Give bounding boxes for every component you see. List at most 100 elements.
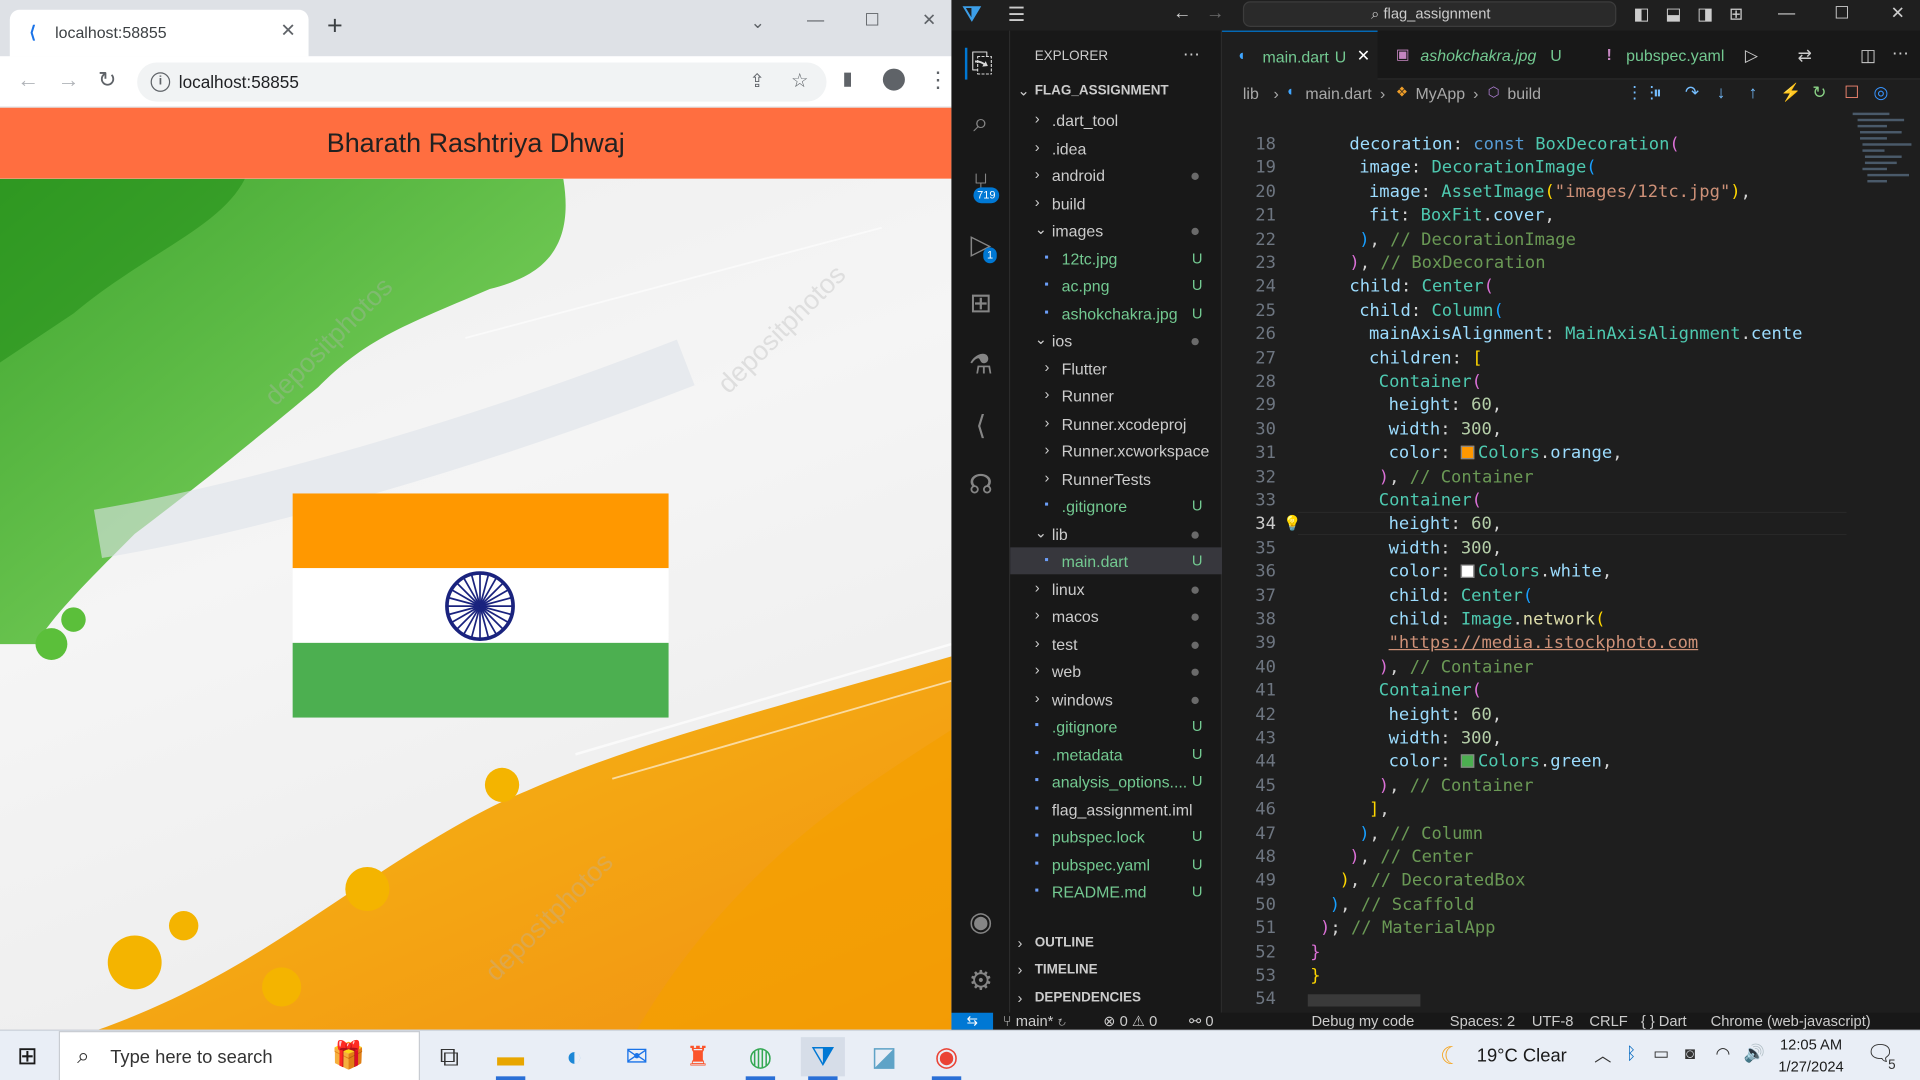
tree-file[interactable]: ▪ pubspec.lock U (1010, 823, 1222, 850)
bluetooth-icon[interactable]: ᛒ (1626, 1043, 1636, 1063)
tree-folder[interactable]: › windows (1010, 685, 1222, 712)
hot-reload-icon[interactable]: ⚡ (1780, 82, 1801, 103)
chrome-profile-icon[interactable]: ◍ (738, 1037, 782, 1076)
ports-status[interactable]: ⚯ 0 (1189, 1013, 1214, 1030)
tree-folder[interactable]: › Runner.xcworkspace (1010, 437, 1222, 464)
devtools-icon[interactable]: ◎ (1873, 82, 1888, 103)
tree-folder[interactable]: › .dart_tool (1010, 107, 1222, 134)
toggle-panel-icon[interactable]: ⬓ (1665, 4, 1681, 25)
reload-icon[interactable]: ↻ (98, 67, 116, 93)
nav-forward-icon[interactable]: → (1206, 2, 1224, 23)
tree-folder[interactable]: › Flutter (1010, 354, 1222, 381)
tab-close-icon[interactable]: ✕ (280, 20, 295, 42)
step-out-icon[interactable]: ↑ (1749, 82, 1758, 102)
explorer-icon[interactable]: ⎘ (964, 47, 997, 80)
weather-text[interactable]: 19°C Clear (1477, 1046, 1567, 1067)
forward-icon[interactable]: → (58, 67, 80, 93)
tab-search-icon[interactable]: ⌄ (751, 12, 765, 33)
tray-overflow-icon[interactable]: ︿ (1594, 1043, 1611, 1067)
eol-status[interactable]: CRLF (1589, 1013, 1627, 1030)
accounts-icon[interactable]: ◉ (965, 906, 997, 938)
tree-folder[interactable]: › .idea (1010, 134, 1222, 161)
menu-kebab-icon[interactable]: ⋮ (927, 67, 949, 93)
toggle-sidebar-icon[interactable]: ◧ (1633, 4, 1649, 25)
language-status[interactable]: { } Dart (1641, 1013, 1687, 1030)
bookmark-star-icon[interactable]: ☆ (791, 69, 809, 93)
tree-file[interactable]: ▪ README.md U (1010, 878, 1222, 905)
tree-folder[interactable]: › build (1010, 189, 1222, 216)
problems-status[interactable]: ⊗ 0 ⚠ 0 (1103, 1013, 1157, 1030)
tab-close-icon[interactable]: ✕ (1357, 47, 1370, 67)
tree-file[interactable]: ▪ .gitignore U (1010, 492, 1222, 519)
run-icon[interactable]: ▷ (1745, 45, 1758, 66)
breadcrumb-file[interactable]: main.dart (1305, 84, 1371, 102)
maximize-button[interactable]: ☐ (864, 10, 879, 31)
volume-icon[interactable]: 🔊 (1744, 1043, 1765, 1064)
close-button[interactable]: ✕ (922, 10, 936, 31)
settings-gear-icon[interactable]: ⚙ (965, 965, 997, 997)
tree-folder[interactable]: › RunnerTests (1010, 465, 1222, 492)
tree-file[interactable]: ▪ 12tc.jpg U (1010, 244, 1222, 271)
task-view-icon[interactable]: ⧉ (427, 1037, 471, 1076)
flutter-icon[interactable]: ⟨ (965, 410, 997, 442)
more-actions-icon[interactable]: ⋯ (1183, 44, 1200, 65)
taskbar-search[interactable]: ⌕ Type here to search 🎁 (58, 1031, 421, 1080)
minimize-button[interactable]: — (807, 10, 824, 30)
indent-status[interactable]: Spaces: 2 (1450, 1013, 1515, 1030)
app-icon[interactable]: ◪ (862, 1037, 906, 1076)
horizontal-scrollbar[interactable] (1307, 994, 1421, 1007)
address-bar[interactable]: i localhost:58855 ⇪ ☆ (137, 62, 827, 102)
nav-back-icon[interactable]: ← (1173, 2, 1191, 23)
tree-folder[interactable]: › macos (1010, 602, 1222, 629)
tree-folder[interactable]: › test (1010, 630, 1222, 657)
tree-folder[interactable]: ⌄ lib (1010, 520, 1222, 547)
new-tab-button[interactable]: + (327, 12, 343, 39)
tree-folder[interactable]: ⌄ ios (1010, 327, 1222, 354)
branch-status[interactable]: ⑂ main* ↻ (1003, 1013, 1066, 1030)
brave-icon[interactable]: ♜ (676, 1037, 720, 1076)
step-into-icon[interactable]: ↓ (1717, 82, 1726, 102)
side-panel-icon[interactable]: ▮ (842, 67, 852, 90)
breadcrumb-lib[interactable]: lib (1243, 84, 1259, 102)
close-button[interactable]: ✕ (1891, 2, 1905, 23)
file-explorer-icon[interactable]: ▬ (489, 1037, 533, 1076)
clock-date[interactable]: 1/27/2024 (1769, 1058, 1852, 1075)
project-root[interactable]: ⌄ FLAG_ASSIGNMENT (1010, 78, 1222, 105)
tree-folder[interactable]: ⌄ images (1010, 217, 1222, 244)
debug-status[interactable]: Debug my code (1311, 1013, 1414, 1030)
chrome-icon[interactable]: ◉ (924, 1037, 968, 1076)
testing-icon[interactable]: ⚗ (965, 349, 997, 381)
breadcrumb-method[interactable]: build (1507, 84, 1541, 102)
minimap[interactable] (1850, 108, 1920, 194)
search-icon[interactable]: ⌕ (965, 107, 997, 139)
tree-file[interactable]: ▪ .metadata U (1010, 740, 1222, 767)
profile-avatar[interactable] (882, 68, 905, 91)
minimize-button[interactable]: — (1778, 2, 1795, 22)
remote-icon[interactable]: ⇆ (951, 1012, 994, 1030)
share-icon[interactable]: ⇪ (749, 70, 764, 92)
step-over-icon[interactable]: ↷ (1685, 82, 1699, 103)
tree-file[interactable]: ▪ ac.png U (1010, 272, 1222, 299)
extensions-icon[interactable]: ⊞ (965, 288, 997, 320)
split-editor-icon[interactable]: ◫ (1860, 45, 1876, 66)
tree-folder[interactable]: › linux (1010, 575, 1222, 602)
pause-icon[interactable]: ⏸ (1653, 82, 1662, 103)
tree-folder[interactable]: › Runner.xcodeproj (1010, 410, 1222, 437)
windows-start-icon[interactable]: ⊞ (17, 1041, 38, 1072)
compare-icon[interactable]: ⇄ (1798, 45, 1812, 66)
tree-file[interactable]: ▪ pubspec.yaml U (1010, 850, 1222, 877)
code-editor[interactable]: 18 decoration: const BoxDecoration(19 imag… (1222, 108, 1920, 1014)
clock-time[interactable]: 12:05 AM (1769, 1036, 1852, 1053)
maximize-button[interactable]: ☐ (1834, 2, 1849, 23)
tree-folder[interactable]: › Runner (1010, 382, 1222, 409)
wifi-icon[interactable]: ◠ (1716, 1043, 1731, 1064)
tree-file[interactable]: ▪ analysis_options.... U (1010, 768, 1222, 795)
timeline-panel[interactable]: › TIMELINE (1010, 958, 1222, 985)
encoding-status[interactable]: UTF-8 (1532, 1013, 1574, 1030)
lightbulb-icon[interactable]: 💡 (1283, 515, 1301, 532)
tree-file[interactable]: ▪ flag_assignment.iml (1010, 795, 1222, 822)
toggle-secondary-sidebar-icon[interactable]: ◨ (1697, 4, 1713, 25)
github-icon[interactable]: ☊ (965, 469, 997, 501)
battery-icon[interactable]: ▭ (1653, 1043, 1669, 1064)
command-center[interactable]: ⌕ flag_assignment (1242, 1, 1617, 27)
